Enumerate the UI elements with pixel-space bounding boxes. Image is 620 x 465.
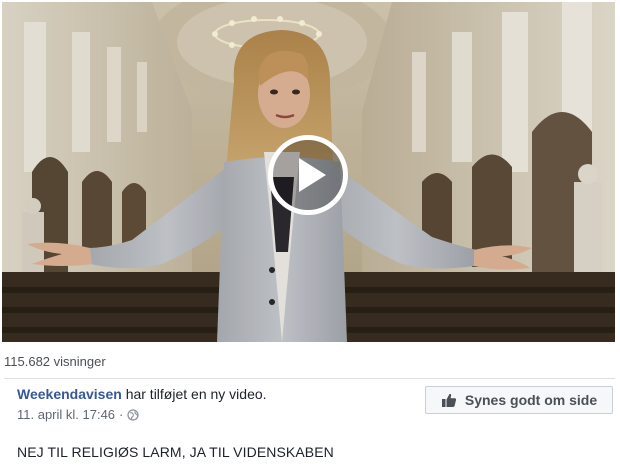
- divider: [4, 378, 615, 379]
- thumbs-up-icon: [441, 392, 457, 408]
- meta-separator: ·: [119, 407, 124, 422]
- post-meta: 11. april kl. 17:46 ·: [17, 407, 267, 422]
- like-page-button[interactable]: Synes godt om side: [425, 386, 613, 414]
- like-page-label: Synes godt om side: [464, 392, 598, 408]
- play-icon: [299, 158, 326, 192]
- play-button[interactable]: [268, 135, 348, 215]
- video-player[interactable]: [2, 2, 615, 342]
- author-name-link[interactable]: Weekendavisen: [17, 386, 122, 402]
- post-header: Weekendavisen har tilføjet en ny video. …: [17, 386, 267, 422]
- timestamp-link[interactable]: 11. april kl. 17:46: [17, 407, 115, 422]
- globe-icon[interactable]: [127, 408, 140, 421]
- author-line: Weekendavisen har tilføjet en ny video.: [17, 386, 267, 402]
- post-action-text: har tilføjet en ny video.: [125, 386, 267, 402]
- post-text: NEJ TIL RELIGIØS LARM, JA TIL VIDENSKABE…: [17, 444, 334, 460]
- view-count: 115.682 visninger: [4, 354, 106, 369]
